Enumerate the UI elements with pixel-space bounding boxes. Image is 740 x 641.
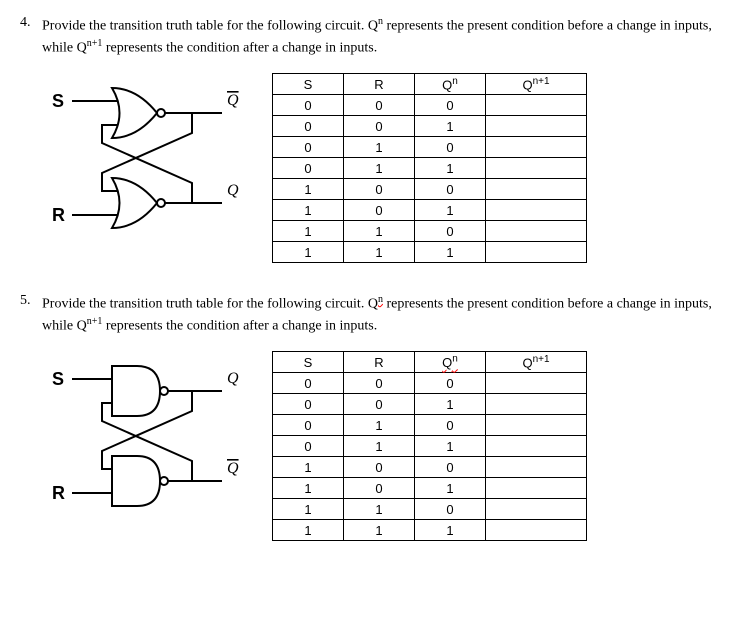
output-qbar-label: Q <box>227 92 239 109</box>
col-qn: Qn <box>415 74 486 95</box>
table-row: 000 <box>273 373 587 394</box>
col-s: S <box>273 74 344 95</box>
problem-4: 4. Provide the transition truth table fo… <box>20 15 720 263</box>
table-row: 110 <box>273 221 587 242</box>
table-row: 110 <box>273 499 587 520</box>
input-s-label: S <box>52 369 64 389</box>
table-row: 101 <box>273 200 587 221</box>
table-row: 101 <box>273 478 587 499</box>
col-s: S <box>273 352 344 373</box>
truth-table-5: S R Qn Qn+1 000 001 010 011 100 101 110 … <box>272 351 587 541</box>
table-header-row: S R Qn Qn+1 <box>273 352 587 373</box>
table-row: 111 <box>273 520 587 541</box>
col-qn1: Qn+1 <box>486 352 587 373</box>
problem-text: Provide the transition truth table for t… <box>42 293 720 336</box>
output-q-label: Q <box>227 370 239 387</box>
col-r: R <box>344 352 415 373</box>
problem-text: Provide the transition truth table for t… <box>42 15 720 58</box>
table-row: 001 <box>273 116 587 137</box>
col-qn: Qn <box>415 352 486 373</box>
table-row: 001 <box>273 394 587 415</box>
table-row: 011 <box>273 158 587 179</box>
table-header-row: S R Qn Qn+1 <box>273 74 587 95</box>
table-row: 010 <box>273 415 587 436</box>
circuit-diagram-nor-latch: S R Q Q <box>42 73 272 248</box>
col-r: R <box>344 74 415 95</box>
problem-number: 5. <box>20 293 42 309</box>
problem-5: 5. Provide the transition truth table fo… <box>20 293 720 541</box>
table-row: 011 <box>273 436 587 457</box>
problem-prompt: 5. Provide the transition truth table fo… <box>20 293 720 336</box>
circuit-diagram-nand-latch: S R Q Q <box>42 351 272 526</box>
table-row: 111 <box>273 242 587 263</box>
col-qn1: Qn+1 <box>486 74 587 95</box>
table-row: 010 <box>273 137 587 158</box>
problem-number: 4. <box>20 15 42 31</box>
table-row: 100 <box>273 179 587 200</box>
output-qbar-label: Q <box>227 460 239 477</box>
output-q-label: Q <box>227 182 239 199</box>
input-s-label: S <box>52 91 64 111</box>
table-row: 000 <box>273 95 587 116</box>
input-r-label: R <box>52 205 65 225</box>
problem-prompt: 4. Provide the transition truth table fo… <box>20 15 720 58</box>
input-r-label: R <box>52 483 65 503</box>
table-row: 100 <box>273 457 587 478</box>
truth-table-4: S R Qn Qn+1 000 001 010 011 100 101 110 … <box>272 73 587 263</box>
